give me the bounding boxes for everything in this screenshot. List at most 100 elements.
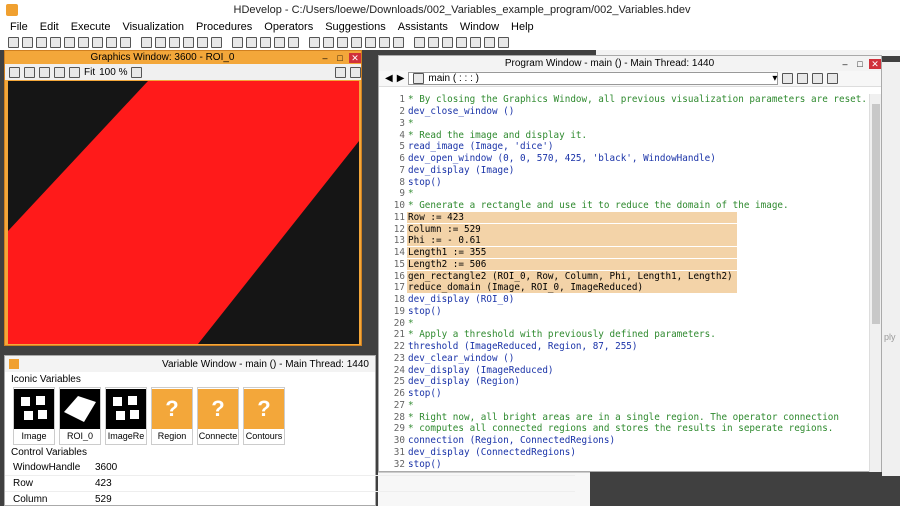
menu-edit[interactable]: Edit — [34, 21, 65, 33]
menu-window[interactable]: Window — [454, 21, 505, 33]
code-line[interactable]: 30 connection (Region, ConnectedRegions) — [379, 435, 869, 447]
code-line[interactable]: 16 gen_rectangle2 (ROI_0, Row, Column, Ph… — [379, 270, 869, 282]
toolbar-button-icon[interactable] — [8, 36, 19, 48]
code-line[interactable]: 20 * — [379, 317, 869, 329]
toolbar-button-icon[interactable] — [351, 36, 362, 48]
toolbar-button-icon[interactable] — [414, 36, 425, 48]
code-line[interactable]: 7 dev_display (Image) — [379, 165, 869, 177]
minimize-button[interactable]: – — [319, 53, 331, 63]
fit-button[interactable]: Fit — [84, 67, 95, 78]
toolbar-button-icon[interactable] — [274, 36, 285, 48]
zoom-menu-icon[interactable] — [69, 66, 80, 78]
hand-icon[interactable] — [39, 66, 50, 78]
code-line[interactable]: 24 dev_display (ImageReduced) — [379, 364, 869, 376]
edit-icon-2[interactable] — [797, 73, 809, 84]
iconic-variable[interactable]: ? Region — [151, 387, 193, 445]
code-editor[interactable]: 1 * By closing the Graphics Window, all p… — [379, 94, 869, 472]
code-line[interactable]: 5 read_image (Image, 'dice') — [379, 141, 869, 153]
menu-file[interactable]: File — [4, 21, 34, 33]
toolbar-button-icon[interactable] — [484, 36, 495, 48]
iconic-variable[interactable]: ? Contours — [243, 387, 285, 445]
zoom-icon[interactable] — [54, 66, 65, 78]
toolbar-button-icon[interactable] — [379, 36, 390, 48]
menu-suggestions[interactable]: Suggestions — [319, 21, 392, 33]
code-line[interactable]: 19 stop() — [379, 306, 869, 318]
code-line[interactable]: 28 * Right now, all bright areas are in a… — [379, 411, 869, 423]
toolbar-button-icon[interactable] — [393, 36, 404, 48]
close-button[interactable]: ✕ — [869, 58, 881, 69]
toolbar-button-icon[interactable] — [456, 36, 467, 48]
toolbar-button-icon[interactable] — [260, 36, 271, 48]
code-line[interactable]: 4 * Read the image and display it. — [379, 129, 869, 141]
code-line[interactable]: 12 Column := 529 — [379, 223, 869, 235]
toolbar-button-icon[interactable] — [309, 36, 320, 48]
maximize-button[interactable]: □ — [854, 59, 866, 69]
procedure-select[interactable]: main ( : : : ) ▾ — [408, 72, 779, 85]
toolbar-button-icon[interactable] — [78, 36, 89, 48]
graphics-canvas[interactable] — [8, 81, 359, 344]
toolbar-button-icon[interactable] — [141, 36, 152, 48]
iconic-variable[interactable]: ImageRe — [105, 387, 147, 445]
pan-icon[interactable] — [24, 66, 35, 78]
graphics-window-titlebar[interactable]: Graphics Window: 3600 - ROI_0 – □ ✕ — [5, 51, 361, 64]
iconic-variable[interactable]: ? Connecte — [197, 387, 239, 445]
code-line[interactable]: 18 dev_display (ROI_0) — [379, 294, 869, 306]
menu-help[interactable]: Help — [505, 21, 540, 33]
toolbar-button-icon[interactable] — [442, 36, 453, 48]
code-line[interactable]: 29 * computes all connected regions and s… — [379, 423, 869, 435]
close-button[interactable]: ✕ — [349, 52, 361, 63]
code-line[interactable]: 23 dev_clear_window () — [379, 353, 869, 365]
code-line[interactable]: 2 dev_close_window () — [379, 106, 869, 118]
toolbar-button-icon[interactable] — [428, 36, 439, 48]
toolbar-button-icon[interactable] — [64, 36, 75, 48]
toolbar-button-icon[interactable] — [106, 36, 117, 48]
code-line[interactable]: 10 * Generate a rectangle and use it to r… — [379, 200, 869, 212]
back-arrow-icon[interactable]: ◀ — [385, 73, 393, 84]
vertical-scrollbar[interactable] — [869, 94, 881, 472]
menu-operators[interactable]: Operators — [258, 21, 319, 33]
code-line[interactable]: 13 Phi := - 0.61 — [379, 235, 869, 247]
forward-arrow-icon[interactable]: ▶ — [397, 73, 405, 84]
toolbar-button-icon[interactable] — [155, 36, 166, 48]
toolbar-button-icon[interactable] — [470, 36, 481, 48]
iconic-variable[interactable]: ROI_0 — [59, 387, 101, 445]
toolbar-button-icon[interactable] — [288, 36, 299, 48]
pointer-icon[interactable] — [9, 66, 20, 78]
settings-icon[interactable] — [335, 66, 346, 78]
variable-window-titlebar[interactable]: Variable Window - main () - Main Thread:… — [5, 356, 375, 372]
scrollbar-thumb[interactable] — [872, 104, 880, 324]
menu-procedures[interactable]: Procedures — [190, 21, 258, 33]
code-line[interactable]: 26 stop() — [379, 388, 869, 400]
toolbar-button-icon[interactable] — [183, 36, 194, 48]
code-line[interactable]: 21 * Apply a threshold with previously de… — [379, 329, 869, 341]
code-line[interactable]: 1 * By closing the Graphics Window, all p… — [379, 94, 869, 106]
toolbar-button-icon[interactable] — [22, 36, 33, 48]
edit-icon-4[interactable] — [827, 73, 839, 84]
code-line[interactable]: 22 threshold (ImageReduced, Region, 87, 2… — [379, 341, 869, 353]
code-line[interactable]: 15 Length2 := 506 — [379, 258, 869, 271]
toolbar-button-icon[interactable] — [50, 36, 61, 48]
code-line[interactable]: 9 * — [379, 188, 869, 200]
toolbar-button-icon[interactable] — [498, 36, 509, 48]
code-line[interactable]: 3 * — [379, 118, 869, 130]
code-line[interactable]: 31 dev_display (ConnectedRegions) — [379, 447, 869, 459]
toolbar-button-icon[interactable] — [246, 36, 257, 48]
toolbar-button-icon[interactable] — [211, 36, 222, 48]
menu-execute[interactable]: Execute — [65, 21, 117, 33]
image-settings-icon[interactable] — [350, 66, 361, 78]
control-variable-row[interactable]: Column 529 — [5, 492, 575, 506]
program-window-titlebar[interactable]: Program Window - main () - Main Thread: … — [379, 56, 881, 71]
edit-icon-3[interactable] — [812, 73, 824, 84]
toolbar-button-icon[interactable] — [120, 36, 131, 48]
code-line[interactable]: 25 dev_display (Region) — [379, 376, 869, 388]
toolbar-button-icon[interactable] — [232, 36, 243, 48]
toolbar-button-icon[interactable] — [36, 36, 47, 48]
control-variable-row[interactable]: Row 423 — [5, 476, 575, 492]
toolbar-button-icon[interactable] — [365, 36, 376, 48]
zoom-select[interactable]: 100 % — [99, 67, 127, 78]
toolbar-button-icon[interactable] — [323, 36, 334, 48]
code-line[interactable]: 14 Length1 := 355 — [379, 247, 869, 259]
toolbar-button-icon[interactable] — [169, 36, 180, 48]
menu-visualization[interactable]: Visualization — [116, 21, 190, 33]
code-line[interactable]: 17 reduce_domain (Image, ROI_0, ImageRedu… — [379, 282, 869, 294]
